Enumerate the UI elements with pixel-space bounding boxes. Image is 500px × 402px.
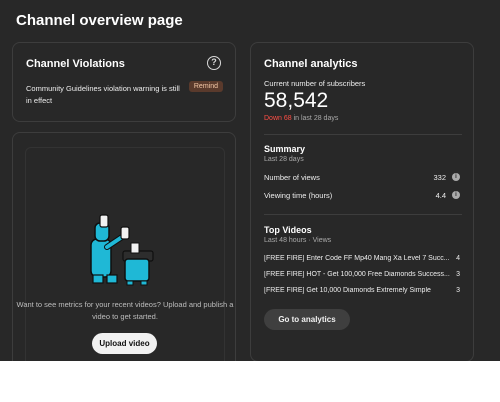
video-title[interactable]: [FREE FIRE] HOT - Get 100,000 Free Diamo… — [264, 271, 450, 278]
channel-analytics-card: Channel analytics Current number of subs… — [250, 42, 474, 361]
video-title[interactable]: [FREE FIRE] Enter Code FF Mp40 Mang Xa L… — [264, 255, 450, 262]
video-views: 4 — [456, 255, 460, 262]
remind-badge[interactable]: Remind — [188, 81, 223, 92]
subscribers-label: Current number of subscribers — [264, 79, 366, 88]
subscribers-change: Down 68 in last 28 days — [264, 115, 338, 122]
video-views: 3 — [456, 287, 460, 294]
upload-video-button[interactable]: Upload video — [92, 333, 157, 354]
go-to-analytics-button[interactable]: Go to analytics — [264, 309, 350, 330]
subscribers-count: 58,542 — [264, 89, 329, 112]
top-video-row[interactable]: [FREE FIRE] Enter Code FF Mp40 Mang Xa L… — [264, 255, 462, 262]
video-title[interactable]: [FREE FIRE] Get 10,000 Diamonds Extremel… — [264, 287, 450, 294]
info-icon[interactable]: i — [452, 191, 460, 199]
divider — [264, 134, 462, 135]
violation-message: Community Guidelines violation warning i… — [26, 84, 180, 105]
info-icon[interactable]: i — [452, 173, 460, 181]
metric-value: 4.4 — [435, 191, 446, 200]
top-video-row[interactable]: [FREE FIRE] HOT - Get 100,000 Free Diamo… — [264, 271, 462, 278]
recent-videos-card: Want to see metrics for your recent vide… — [12, 132, 236, 361]
metric-label: Viewing time (hours) — [264, 191, 333, 200]
subscribers-change-down: Down 68 — [264, 115, 292, 122]
summary-title: Summary — [264, 144, 306, 154]
page-title: Channel overview page — [16, 12, 183, 29]
channel-violations-card: Channel Violations ? Community Guideline… — [12, 42, 236, 122]
top-video-row[interactable]: [FREE FIRE] Get 10,000 Diamonds Extremel… — [264, 287, 462, 294]
analytics-title: Channel analytics — [264, 58, 358, 70]
metric-value: 332 — [433, 173, 446, 182]
video-views: 3 — [456, 271, 460, 278]
violations-title: Channel Violations — [26, 58, 125, 70]
creator-illustration — [90, 214, 154, 286]
question-circle-icon[interactable]: ? — [207, 56, 221, 70]
divider — [264, 214, 462, 215]
empty-state-message: Want to see metrics for your recent vide… — [16, 300, 234, 321]
metric-row-views: Number of views 332 i — [264, 173, 462, 182]
metric-label: Number of views — [264, 173, 320, 182]
top-videos-period: Last 48 hours · Views — [264, 237, 332, 244]
subscribers-change-period: in last 28 days — [291, 115, 339, 122]
metric-row-viewing-time: Viewing time (hours) 4.4 i — [264, 191, 462, 200]
top-videos-title: Top Videos — [264, 225, 312, 235]
channel-dashboard: Channel overview page Channel Violations… — [0, 0, 500, 361]
summary-period: Last 28 days — [264, 156, 304, 163]
